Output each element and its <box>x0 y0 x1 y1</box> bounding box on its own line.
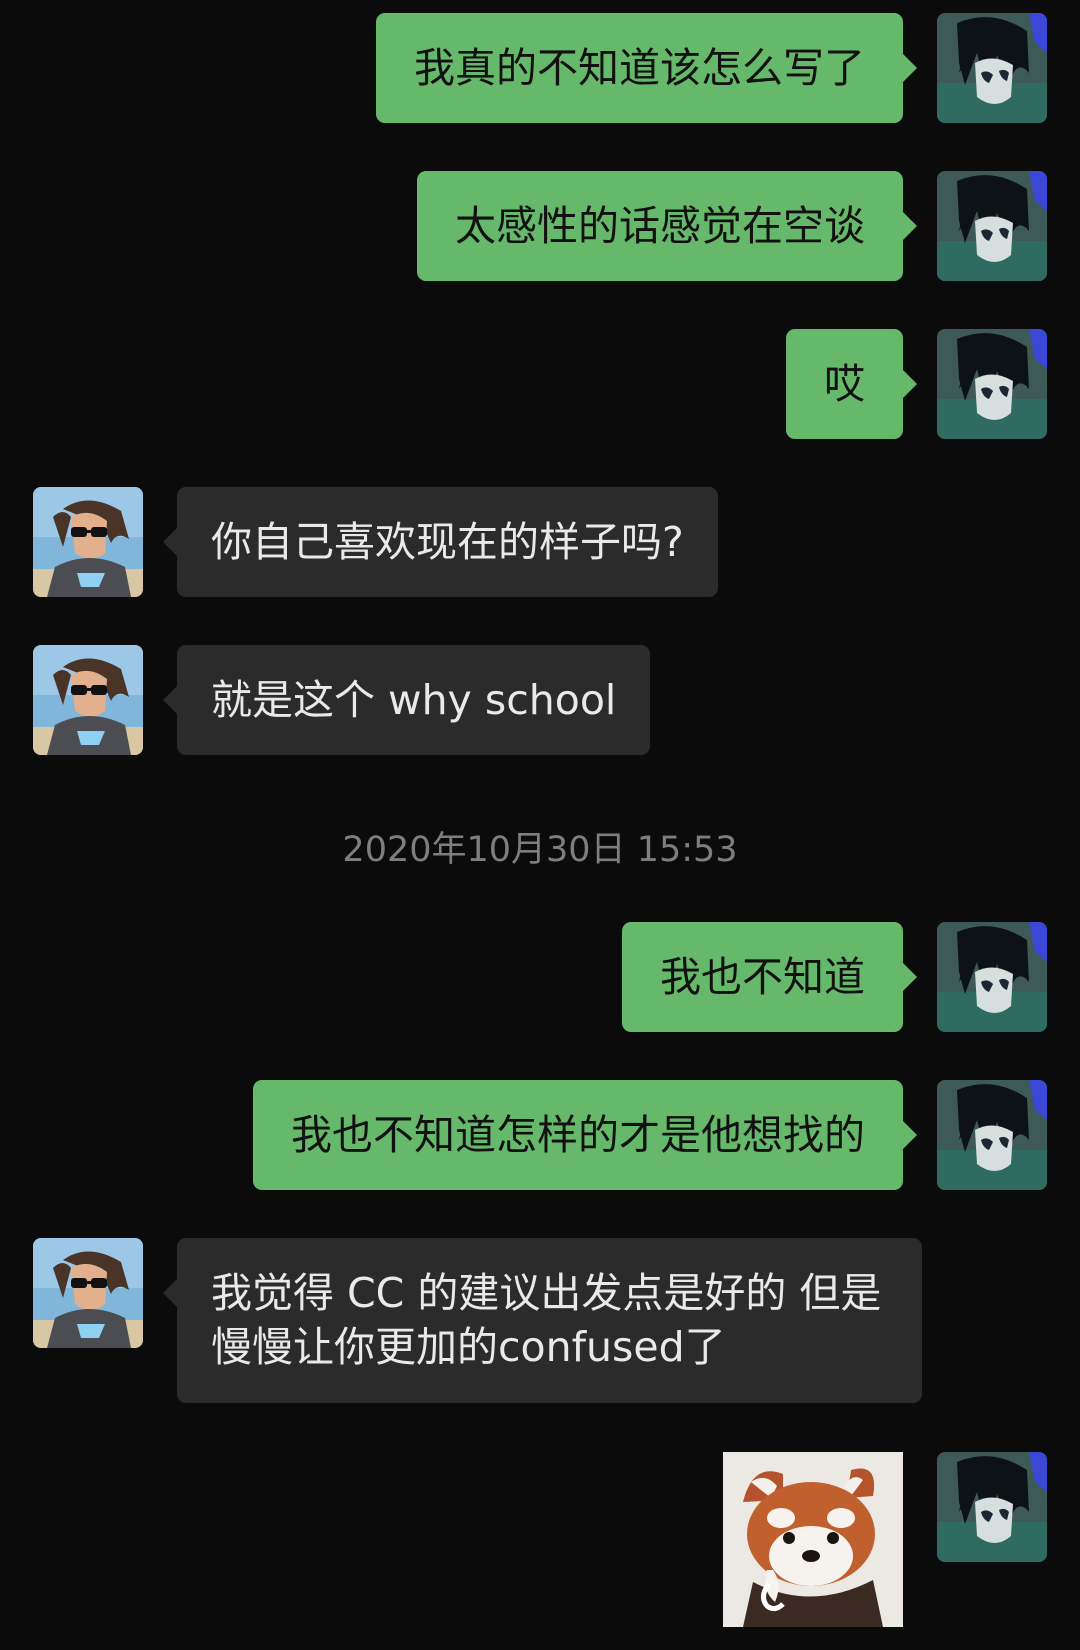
message-bubble[interactable]: 就是这个 why school <box>162 645 651 755</box>
chat-timestamp: 2020年10月30日 15:53 <box>342 830 738 870</box>
anime-avatar-icon <box>937 1452 1047 1562</box>
message-row: 我觉得 CC 的建议出发点是好的 但是慢慢让你更加的confused了 <box>0 1238 1080 1403</box>
message-row: 我也不知道 <box>0 922 1080 1032</box>
message-text: 你自己喜欢现在的样子吗? <box>211 518 684 566</box>
message-bubble[interactable]: 我也不知道怎样的才是他想找的 <box>253 1080 917 1190</box>
woman-avatar-icon <box>33 487 143 597</box>
anime-avatar-icon <box>937 171 1047 281</box>
their-avatar[interactable] <box>33 487 143 597</box>
message-text: 就是这个 why school <box>211 676 617 724</box>
message-text: 我也不知道怎样的才是他想找的 <box>291 1111 865 1159</box>
message-bubble[interactable]: 我觉得 CC 的建议出发点是好的 但是慢慢让你更加的confused了 <box>163 1238 922 1403</box>
message-row: 太感性的话感觉在空谈 <box>0 171 1080 281</box>
message-text: 哎 <box>824 360 865 408</box>
red-panda-sticker[interactable] <box>723 1452 903 1627</box>
red-panda-image <box>723 1452 903 1627</box>
anime-avatar-icon <box>937 1080 1047 1190</box>
anime-avatar-icon <box>937 922 1047 1032</box>
message-row <box>0 1452 1080 1627</box>
message-row: 就是这个 why school <box>0 645 1080 755</box>
message-bubble[interactable]: 太感性的话感觉在空谈 <box>417 171 917 281</box>
message-bubble[interactable]: 我真的不知道该怎么写了 <box>376 13 917 123</box>
message-bubble[interactable]: 你自己喜欢现在的样子吗? <box>163 487 718 597</box>
message-text: 我也不知道 <box>660 953 865 1001</box>
my-avatar[interactable] <box>937 1452 1047 1562</box>
message-bubble[interactable]: 哎 <box>786 329 917 439</box>
message-row: 哎 <box>0 329 1080 439</box>
woman-avatar-icon <box>33 645 143 755</box>
anime-avatar-icon <box>937 13 1047 123</box>
message-bubble[interactable]: 我也不知道 <box>622 922 917 1032</box>
my-avatar[interactable] <box>937 171 1047 281</box>
my-avatar[interactable] <box>937 1080 1047 1190</box>
their-avatar[interactable] <box>33 645 143 755</box>
their-avatar[interactable] <box>33 1238 143 1348</box>
woman-avatar-icon <box>33 1238 143 1348</box>
message-row: 我也不知道怎样的才是他想找的 <box>0 1080 1080 1190</box>
anime-avatar-icon <box>937 329 1047 439</box>
message-text: 我真的不知道该怎么写了 <box>414 44 865 92</box>
my-avatar[interactable] <box>937 922 1047 1032</box>
message-text: 我觉得 CC 的建议出发点是好的 但是慢慢让你更加的confused了 <box>211 1269 882 1371</box>
my-avatar[interactable] <box>937 329 1047 439</box>
my-avatar[interactable] <box>937 13 1047 123</box>
message-row: 我真的不知道该怎么写了 <box>0 13 1080 123</box>
message-text: 太感性的话感觉在空谈 <box>455 202 865 250</box>
message-row: 你自己喜欢现在的样子吗? <box>0 487 1080 597</box>
